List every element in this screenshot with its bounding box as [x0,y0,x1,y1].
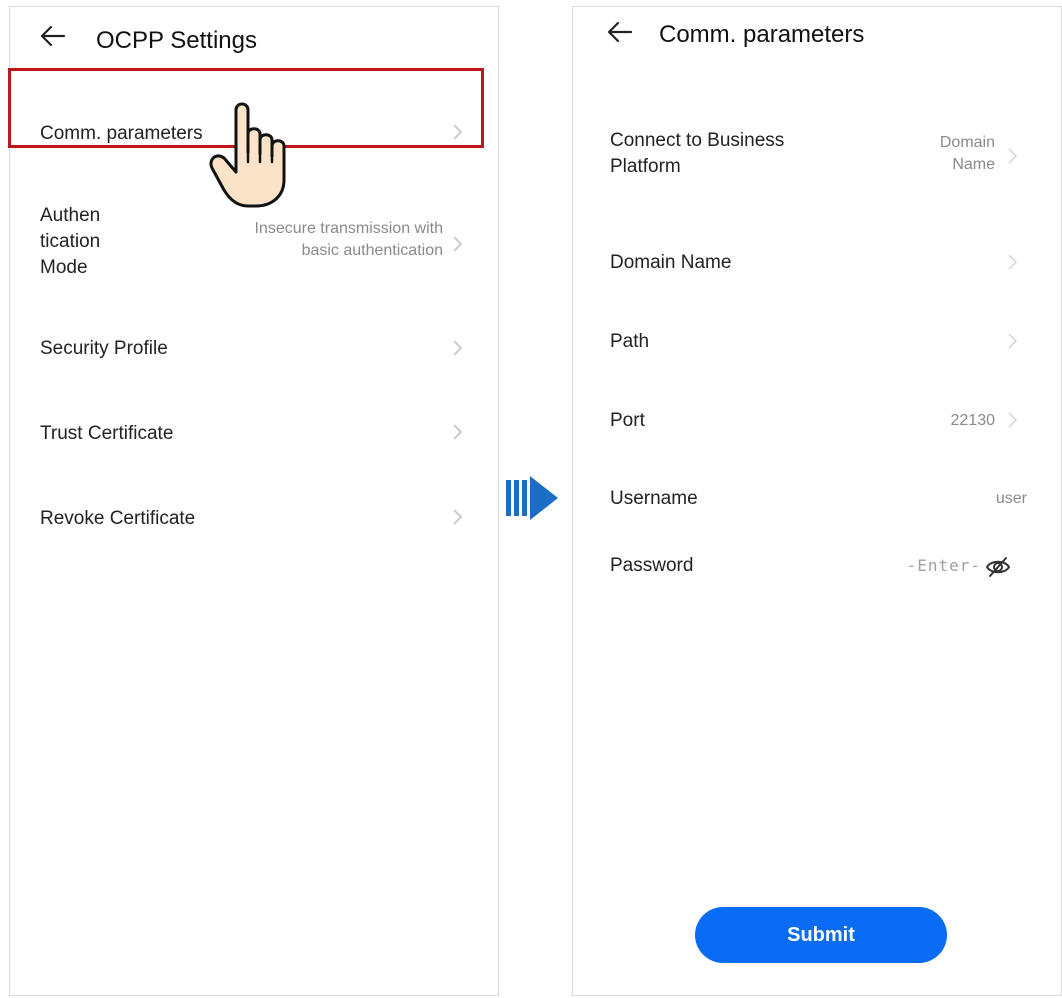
chevron-right-icon [1005,147,1019,165]
chevron-right-icon [1005,253,1019,271]
chevron-right-icon [1005,332,1019,350]
chevron-right-icon [450,339,464,357]
back-arrow-icon[interactable] [605,17,635,47]
list-item-security-profile[interactable]: Security Profile [10,327,498,371]
list-item-label-line: Authen [40,205,101,226]
setting-value-line: Domain [939,134,995,151]
chevron-right-icon [450,423,464,441]
password-input[interactable]: -Enter- [907,556,981,576]
list-item-label-line: Mode [40,257,88,278]
list-item-label: Security Profile [40,338,168,359]
setting-value: 22130 [950,412,996,429]
chevron-right-icon [450,508,464,526]
chevron-right-icon [450,235,464,253]
list-item-value-line: Insecure transmission with [254,220,443,237]
submit-button[interactable]: Submit [695,907,947,963]
comm-parameters-header: Comm. parameters [573,7,1061,67]
setting-row-password[interactable]: Password -Enter- [573,547,1061,587]
setting-row-username[interactable]: Username user [573,479,1061,519]
setting-label: Password [610,555,694,576]
setting-label-line: Platform [610,156,681,177]
ocpp-settings-header: OCPP Settings [10,7,498,67]
setting-label: Port [610,410,645,431]
eye-hidden-icon[interactable] [985,555,1011,579]
flow-arrow-icon [504,474,560,522]
setting-row-connect-platform[interactable]: Connect to Business Platform Domain Name [573,125,1061,185]
list-item-authentication-mode[interactable]: Authen tication Mode Insecure transmissi… [10,197,498,287]
setting-label: Path [610,331,650,352]
page-title: Comm. parameters [659,21,865,48]
list-item-trust-certificate[interactable]: Trust Certificate [10,411,498,455]
list-item-revoke-certificate[interactable]: Revoke Certificate [10,495,498,539]
setting-label: Username [610,488,698,509]
setting-row-port[interactable]: Port 22130 [573,401,1061,441]
setting-value-line: Name [952,156,995,173]
page-title: OCPP Settings [96,27,257,54]
pointing-hand-icon [208,100,300,210]
back-arrow-icon[interactable] [38,21,68,51]
chevron-right-icon [1005,411,1019,429]
setting-label: Domain Name [610,252,732,273]
setting-label-line: Connect to Business [610,130,785,151]
username-value[interactable]: user [996,489,1027,509]
setting-row-domain-name[interactable]: Domain Name [573,243,1061,283]
list-item-label: Revoke Certificate [40,508,196,529]
list-item-label-line: tication [40,231,101,252]
setting-row-path[interactable]: Path [573,321,1061,361]
comm-parameters-screen: Comm. parameters Connect to Business Pla… [572,6,1062,996]
list-item-label: Trust Certificate [40,423,174,444]
list-item-value-line: basic authentication [301,242,443,259]
